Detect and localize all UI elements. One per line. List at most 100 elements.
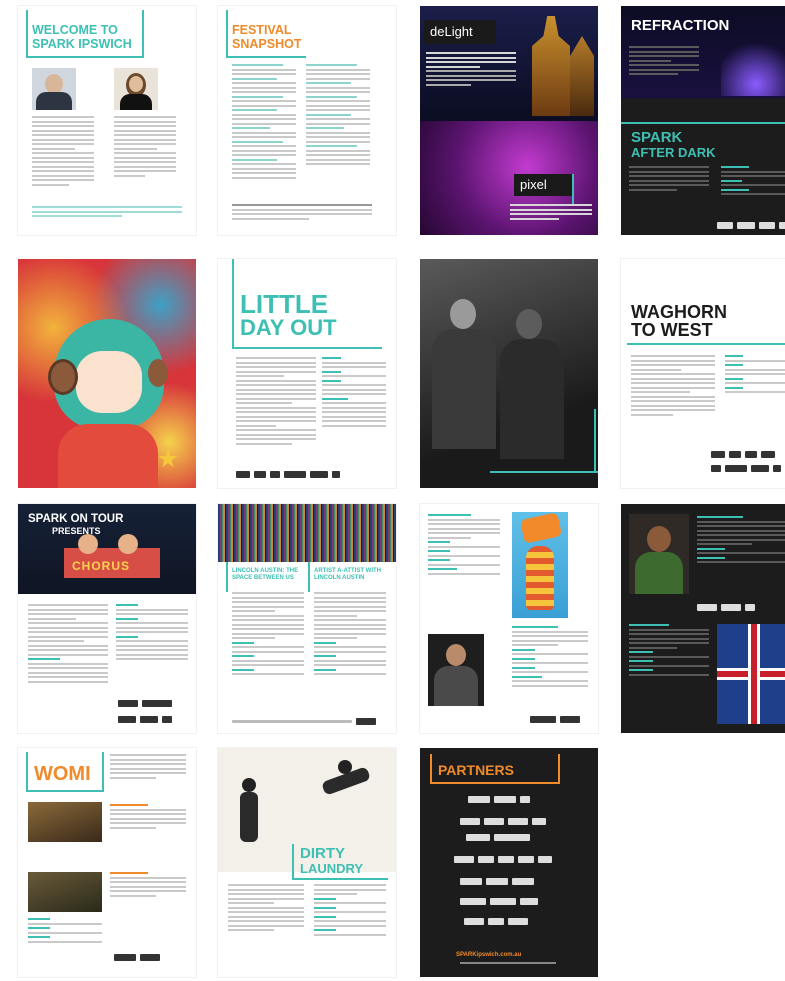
page-spark-on-tour: SPARK ON TOUR PRESENTS CHORUS [18, 504, 196, 733]
body-text [236, 357, 316, 447]
event-details [28, 918, 102, 945]
heading-right: ARTIST A-ATTIST WITH LINCOLN AUSTIN [314, 568, 381, 581]
band-photo [28, 872, 102, 912]
body-text [631, 355, 715, 418]
character-body [58, 424, 158, 488]
body-text [697, 516, 785, 566]
page-title: WELCOME TO [32, 23, 118, 37]
body-text [510, 204, 592, 222]
accent-bar [621, 122, 785, 124]
partner-logos [460, 818, 546, 825]
website-url[interactable]: SPARKipswich.com.au [456, 952, 521, 958]
sponsor-logos [711, 465, 781, 472]
accent-bar [226, 56, 306, 58]
page-title: SPARK ON TOUR [28, 513, 124, 525]
page-performers [420, 259, 598, 488]
body-text [629, 624, 709, 678]
page-title: WOMI [34, 763, 91, 785]
roller-skater-photo [512, 512, 568, 618]
headphones-icon [48, 359, 78, 395]
page-lincoln-austin: LINCOLN AUSTIN: THE SPACE BETWEEN US ART… [218, 504, 396, 733]
page-title: deLight [430, 24, 473, 39]
page-welcome: WELCOME TO SPARK IPSWICH [18, 6, 196, 235]
page-partners: PARTNERS SPARKipswich.com.au [420, 748, 598, 977]
body-text [110, 754, 186, 781]
partner-logos [468, 796, 530, 803]
page-title: REFRACTION [631, 17, 730, 34]
after-dark-title: AFTER DARK [631, 145, 716, 160]
accent-bar [292, 844, 294, 880]
accent-bar [292, 878, 388, 880]
page-title: TO WEST [631, 320, 713, 340]
accent-bar [627, 343, 785, 345]
page-dirty-laundry: DIRTY LAUNDRY [218, 748, 396, 977]
sponsor-logos [118, 700, 172, 707]
page-title: PARTNERS [438, 762, 514, 778]
body-text [426, 52, 516, 88]
portrait-photo [629, 514, 689, 594]
body-text [629, 166, 709, 193]
headphones-icon [148, 359, 168, 387]
accent-bar [142, 10, 144, 58]
portrait-photo [32, 68, 76, 110]
sponsor-logos [232, 718, 376, 725]
page-delight: deLight pixel [420, 6, 598, 235]
accent-bar [26, 56, 144, 58]
body-text [629, 46, 699, 78]
performers-photo [420, 259, 598, 488]
body-text [428, 514, 500, 577]
page-waghorn: WAGHORN TO WEST [621, 259, 785, 488]
accent-bar [430, 782, 560, 784]
page-title: DAY OUT [240, 315, 337, 340]
page-illustration [18, 259, 196, 488]
accent-bar [26, 790, 104, 792]
after-dark-title: SPARK [631, 129, 683, 146]
page-storytellers [621, 504, 785, 733]
accent-bar [226, 562, 228, 592]
union-jack-photo [717, 624, 785, 724]
social-handles [460, 962, 556, 967]
sponsor-logos [236, 471, 340, 478]
character-face [76, 351, 142, 413]
page-festival-snapshot: FESTIVAL SNAPSHOT [218, 6, 396, 235]
body-text [512, 626, 588, 689]
band-photo [28, 802, 102, 842]
body-text [232, 592, 304, 678]
page-womi: WOMI [18, 748, 196, 977]
body-text [228, 884, 304, 934]
sponsor-logos [697, 604, 755, 611]
accent-bar [232, 347, 382, 349]
page-subtitle: PRESENTS [52, 526, 101, 536]
page-little-day-out: LITTLE DAY OUT [218, 259, 396, 488]
footnote-text [232, 204, 372, 222]
sponsor-logos [711, 451, 775, 458]
accent-bar [430, 754, 432, 784]
partner-logos [466, 834, 530, 841]
page-title: DIRTY [300, 845, 345, 862]
partner-logos [464, 918, 528, 925]
sponsor-logos [717, 222, 785, 229]
accent-bar [490, 471, 598, 473]
accent-bar [102, 752, 104, 792]
accent-bar [308, 562, 310, 592]
body-text [28, 604, 108, 685]
accent-bar [572, 174, 574, 204]
accent-bar [594, 409, 596, 473]
event-details [322, 357, 386, 429]
body-text [314, 592, 386, 678]
pixel-title: pixel [520, 177, 547, 192]
partner-logos [454, 856, 552, 863]
heading-left: LINCOLN AUSTIN: THE SPACE BETWEEN US [232, 568, 299, 581]
page-title: LAUNDRY [300, 861, 364, 876]
page-title: WAGHORN [631, 302, 727, 322]
partner-logos [460, 898, 538, 905]
schedule-column [232, 64, 296, 181]
schedule-column [306, 64, 370, 168]
sponsor-logos [114, 954, 160, 961]
body-text [114, 116, 176, 179]
event-details [314, 884, 386, 938]
highlight-text [32, 206, 182, 220]
page-refraction: REFRACTION SPARK AFTER DARK [621, 6, 785, 235]
accent-bar [26, 10, 28, 58]
portrait-photo [114, 68, 158, 110]
